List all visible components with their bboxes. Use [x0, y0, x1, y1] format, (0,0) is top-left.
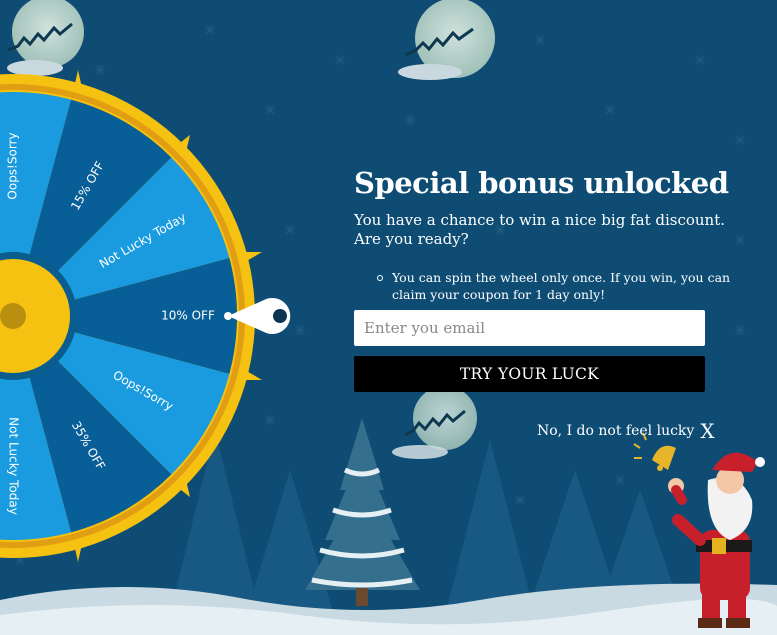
decline-link[interactable]: No, I do not feel lucky X [537, 421, 715, 441]
try-your-luck-button[interactable]: TRY YOUR LUCK [354, 356, 705, 392]
decline-label: No, I do not feel lucky [537, 423, 695, 439]
wheel-segment-label: 10% OFF [161, 309, 215, 323]
subtitle: You have a chance to win a nice big fat … [354, 211, 726, 248]
rules-list: You can spin the wheel only once. If you… [354, 269, 774, 303]
signup-panel: Special bonus unlocked You have a chance… [354, 165, 774, 441]
wheel-segment-label: Oops!Sorry [6, 132, 20, 199]
email-field[interactable] [354, 310, 705, 346]
bullet-icon [377, 275, 383, 281]
page-title: Special bonus unlocked [354, 166, 729, 200]
wheel-segment-label: Not Lucky Today [7, 417, 21, 515]
close-icon[interactable]: X [700, 421, 714, 441]
rule-item: You can spin the wheel only once. If you… [377, 269, 732, 303]
